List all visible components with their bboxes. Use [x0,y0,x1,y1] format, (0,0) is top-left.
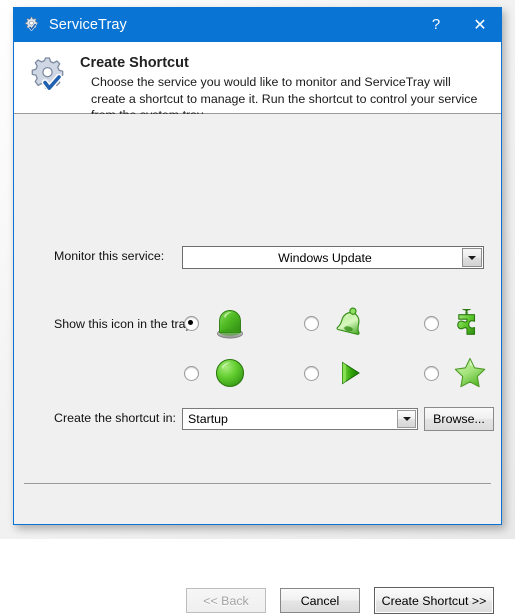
back-button[interactable]: << Back [186,588,266,613]
icon-option-play[interactable] [304,350,404,396]
window-frame: Create Shortcut Choose the service you w… [13,42,502,525]
browse-button[interactable]: Browse... [424,407,494,431]
star-icon[interactable] [451,354,489,392]
led-light-icon[interactable] [211,304,249,342]
icon-option-puzzle[interactable] [424,300,515,346]
window-title: ServiceTray [49,17,414,33]
puzzle-piece-icon[interactable] [451,304,489,342]
chevron-down-icon[interactable] [462,248,482,267]
page-title: Create Shortcut [80,55,487,71]
radio-bell[interactable] [304,316,319,331]
title-bar: ServiceTray ? ✕ [13,7,502,42]
service-label: Monitor this service: [54,249,164,263]
icon-option-circle[interactable] [184,350,284,396]
help-button[interactable]: ? [414,7,458,42]
play-triangle-icon[interactable] [331,354,369,392]
radio-play[interactable] [304,366,319,381]
footer-separator [24,483,491,484]
radio-puzzle[interactable] [424,316,439,331]
cancel-button[interactable]: Cancel [280,588,360,613]
radio-led-light[interactable] [184,316,199,331]
servicetray-window: ServiceTray ? ✕ Create Shortcut Choose t… [13,7,502,525]
location-label: Create the shortcut in: [54,411,176,425]
banner-text: Create Shortcut Choose the service you w… [80,54,487,113]
icon-option-led-light[interactable] [184,300,284,346]
gear-check-icon [23,16,40,33]
icon-option-bell[interactable] [304,300,404,346]
location-combobox[interactable]: Startup [182,408,418,430]
radio-star[interactable] [424,366,439,381]
bell-icon[interactable] [331,304,369,342]
close-button[interactable]: ✕ [458,7,502,42]
service-combobox-value: Windows Update [183,251,483,265]
chevron-down-icon[interactable] [397,410,416,428]
icon-picker-label: Show this icon in the tray: [54,317,195,331]
content-area: Monitor this service: Windows Update Sho… [14,114,501,523]
gear-check-icon [28,55,68,95]
icon-picker-grid [184,300,494,398]
create-shortcut-button[interactable]: Create Shortcut >> [374,587,494,614]
icon-option-star[interactable] [424,350,515,396]
location-combobox-value: Startup [183,412,417,426]
radio-circle[interactable] [184,366,199,381]
circle-icon[interactable] [211,354,249,392]
service-combobox[interactable]: Windows Update [182,246,484,269]
header-banner: Create Shortcut Choose the service you w… [14,42,501,114]
